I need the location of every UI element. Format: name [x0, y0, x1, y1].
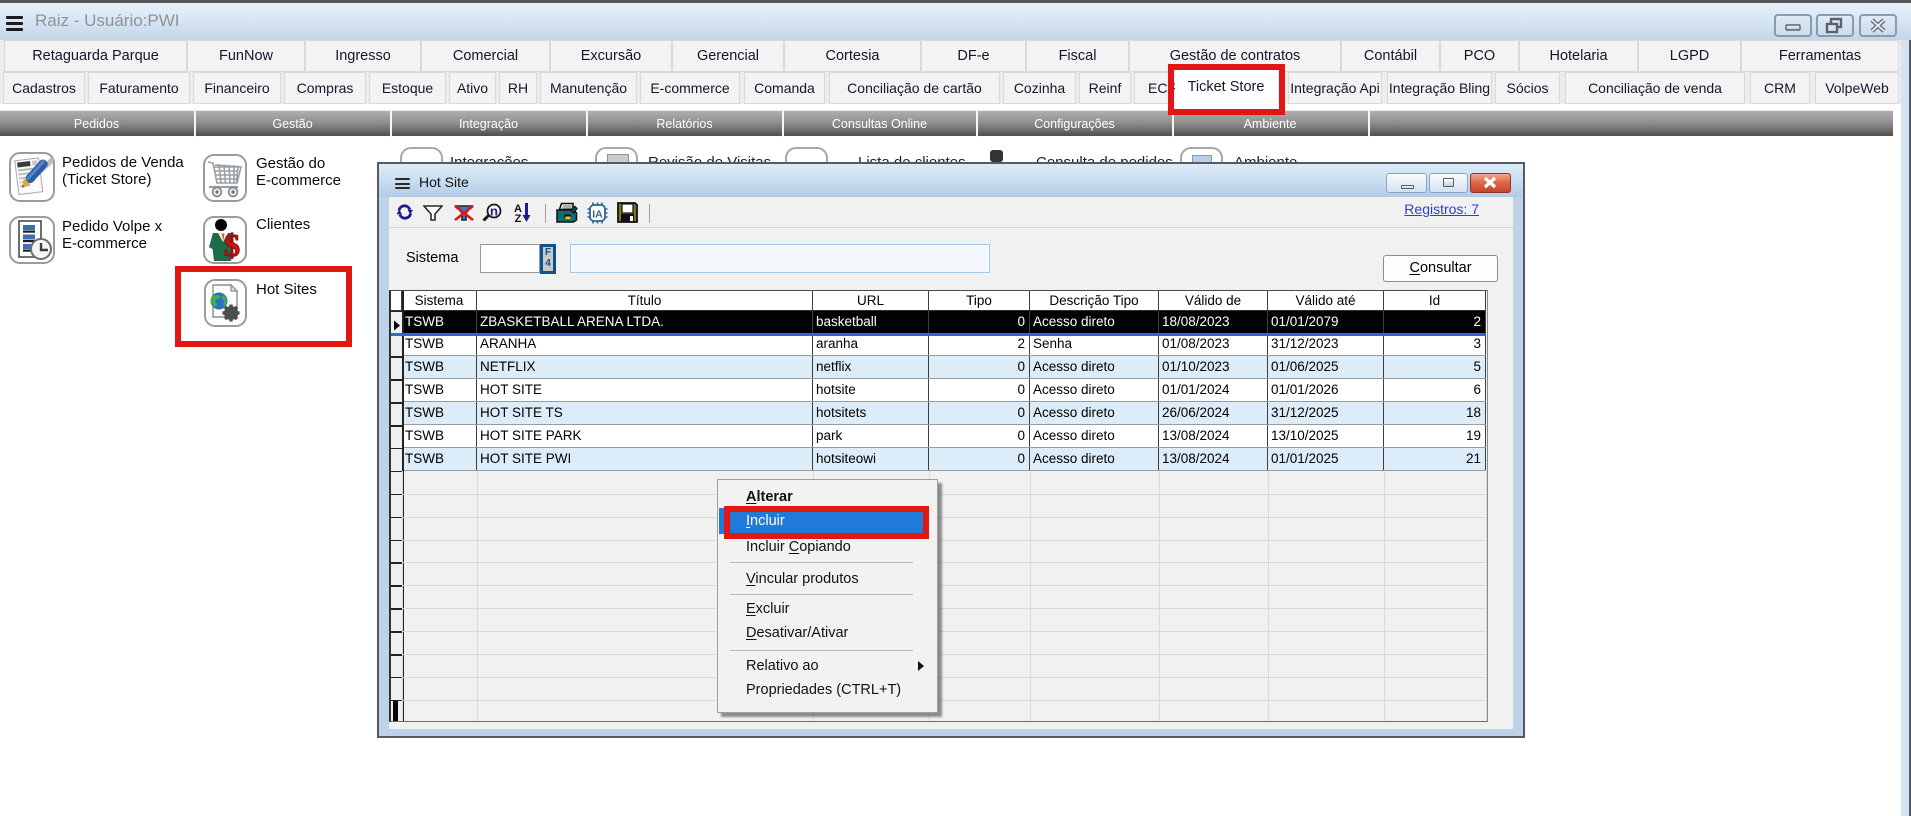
svg-text:IA: IA — [592, 209, 603, 221]
svg-text:Z: Z — [515, 213, 522, 223]
svg-text:$: $ — [224, 227, 240, 262]
svg-text:n: n — [490, 204, 498, 219]
